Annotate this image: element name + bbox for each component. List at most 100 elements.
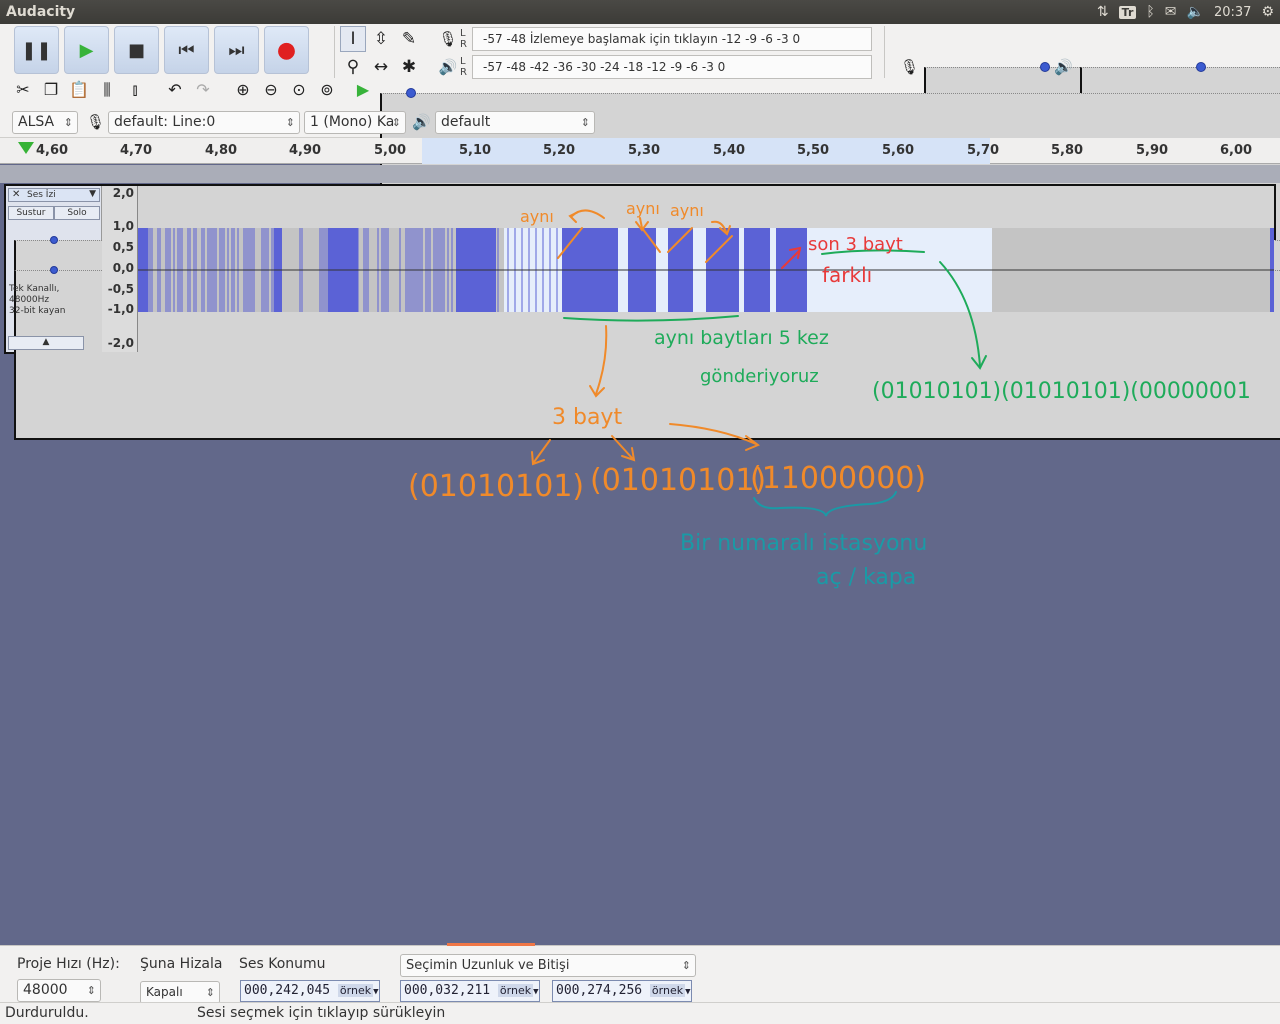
ruler-tick: 4,80 (205, 143, 238, 158)
track-format-line2: 32-bit kayan (9, 306, 66, 316)
audio-position-control[interactable]: 000,242,045 örnek ▼ (240, 980, 380, 1002)
zoom-tool-icon[interactable]: ⚲ (340, 54, 366, 80)
input-device-select[interactable]: default: Line:0 (108, 111, 300, 134)
microphone-icon[interactable]: 🎙 (436, 30, 460, 48)
undo-icon[interactable]: ↶ (162, 80, 188, 100)
chevron-down-icon[interactable]: ▼ (685, 987, 690, 997)
time-unit: örnek (337, 984, 374, 997)
copy-icon[interactable]: ❐ (38, 80, 64, 100)
ruler-tick: 5,40 (713, 143, 746, 158)
ruler-tick: 5,00 (374, 143, 407, 158)
selection-tool-icon[interactable]: I (340, 26, 366, 52)
amplitude-ruler: 2,0 1,0 0,5 0,0 -0,5 -1,0 -2,0 (102, 186, 138, 352)
play-head-icon[interactable] (18, 142, 34, 154)
toolbar-separator (884, 26, 885, 78)
amplitude-tick: -0,5 (107, 282, 134, 296)
selection-end-value: 000,274,256 (556, 983, 643, 998)
microphone-icon: 🎙 (86, 113, 106, 131)
network-icon[interactable]: ⇅ (1097, 4, 1109, 20)
track-name: Ses İzi (27, 190, 56, 200)
annotation-text: (01010101) (590, 463, 766, 498)
amplitude-tick: 0,0 (112, 261, 134, 275)
keyboard-layout-indicator[interactable]: Tr (1118, 5, 1137, 19)
toolbar-separator (334, 26, 335, 78)
timeline-ruler[interactable]: 4,60 4,70 4,80 4,90 5,00 5,10 5,20 5,30 … (0, 138, 1280, 164)
channels-select[interactable]: 1 (Mono) Ka (304, 111, 406, 134)
play-at-speed-icon[interactable]: ▶ (350, 80, 376, 100)
selection-end-control[interactable]: 000,274,256 örnek ▼ (552, 980, 692, 1002)
gain-slider[interactable] (14, 232, 1280, 410)
fit-selection-icon[interactable]: ⊙ (286, 80, 312, 100)
clock[interactable]: 20:37 (1214, 5, 1251, 20)
snap-to-label: Şuna Hizala (140, 956, 223, 972)
cut-icon[interactable]: ✂ (10, 80, 36, 100)
record-meter[interactable]: 🎙 LR -57 -48 İzlemeye başlamak için tıkl… (436, 26, 872, 52)
playback-meter-scale[interactable]: -57 -48 -42 -36 -30 -24 -18 -12 -9 -6 -3… (472, 55, 872, 79)
project-rate-select[interactable]: 48000 (17, 979, 101, 1002)
fit-project-icon[interactable]: ⊚ (314, 80, 340, 100)
timeshift-tool-icon[interactable]: ↔ (368, 54, 394, 80)
collapse-track-button[interactable]: ▲ (8, 336, 84, 350)
zoom-in-icon[interactable]: ⊕ (230, 80, 256, 100)
play-button[interactable]: ▶ (64, 26, 109, 74)
ruler-tick: 4,70 (120, 143, 153, 158)
edit-toolbar: ✂ ❐ 📋 ⫼ ⫾ ↶ ↷ ⊕ ⊖ ⊙ ⊚ ▶ (10, 80, 376, 100)
mute-button[interactable]: Sustur (8, 206, 54, 220)
redo-icon[interactable]: ↷ (190, 80, 216, 100)
bluetooth-icon[interactable]: ᛒ (1146, 4, 1154, 20)
gear-icon[interactable]: ⚙ (1261, 4, 1274, 20)
skip-to-end-button[interactable]: ⏭ (214, 26, 259, 74)
paste-icon[interactable]: 📋 (66, 80, 92, 100)
waveform[interactable] (138, 186, 1274, 352)
audio-host-select[interactable]: ALSA (12, 111, 78, 134)
output-volume-slider[interactable] (1080, 59, 1280, 237)
draw-tool-icon[interactable]: ✎ (396, 26, 422, 52)
zoom-out-icon[interactable]: ⊖ (258, 80, 284, 100)
audio-track[interactable]: ✕ Ses İzi ▼ Sustur Solo Tek Kanallı, 480… (4, 184, 1280, 440)
envelope-tool-icon[interactable]: ⇳ (368, 26, 394, 52)
record-meter-scale[interactable]: -57 -48 İzlemeye başlamak için tıklayın … (472, 27, 872, 51)
play-speed-slider[interactable] (380, 85, 1280, 263)
window-title: Audacity (6, 4, 76, 20)
status-hint: Sesi seçmek için tıklayıp sürükleyin (197, 1005, 446, 1021)
ruler-tick: 6,00 (1220, 143, 1253, 158)
amplitude-tick: 0,5 (112, 240, 134, 254)
input-volume-slider[interactable] (924, 59, 1280, 237)
selection-length-value: 000,032,211 (404, 983, 491, 998)
skip-to-start-button[interactable]: ⏮ (164, 26, 209, 74)
chevron-down-icon[interactable]: ▼ (533, 987, 538, 997)
silence-icon[interactable]: ⫾ (122, 80, 148, 100)
chevron-down-icon[interactable]: ▼ (373, 987, 378, 997)
device-toolbar: ALSA 🎙 default: Line:0 1 (Mono) Ka 🔊 def… (0, 108, 1280, 136)
chevron-down-icon[interactable]: ▼ (89, 189, 96, 199)
pause-button[interactable]: ❚❚ (14, 26, 59, 74)
pan-slider[interactable] (14, 262, 1280, 440)
audio-position-value: 000,242,045 (244, 983, 331, 998)
annotation-text: (01010101) (408, 469, 584, 504)
multi-tool-icon[interactable]: ✱ (396, 54, 422, 80)
time-unit: örnek (649, 984, 686, 997)
stop-button[interactable]: ■ (114, 26, 159, 74)
trim-icon[interactable]: ⫼ (94, 80, 120, 100)
solo-button[interactable]: Solo (54, 206, 100, 220)
ruler-tick: 4,90 (289, 143, 322, 158)
speaker-icon[interactable]: 🔊 (436, 58, 460, 76)
volume-icon[interactable]: 🔈 (1187, 4, 1204, 20)
snap-to-select[interactable]: Kapalı (140, 981, 220, 1004)
playback-meter[interactable]: 🔊 LR -57 -48 -42 -36 -30 -24 -18 -12 -9 … (436, 54, 872, 80)
amplitude-tick: 1,0 (112, 219, 134, 233)
selection-length-control[interactable]: 000,032,211 örnek ▼ (400, 980, 540, 1002)
track-name-menu[interactable]: ✕ Ses İzi ▼ (8, 188, 100, 202)
record-button[interactable]: ● (264, 26, 309, 74)
close-icon[interactable]: ✕ (12, 189, 20, 200)
selection-mode-select[interactable]: Seçimin Uzunluk ve Bitişi (400, 954, 696, 977)
top-panel: Audacity ⇅ Tr ᛒ ✉ 🔈 20:37 ⚙ (0, 0, 1280, 24)
time-unit: örnek (497, 984, 534, 997)
status-state: Durduruldu. (5, 1005, 89, 1021)
speaker-icon: 🔊 (412, 113, 431, 131)
mail-icon[interactable]: ✉ (1165, 4, 1177, 20)
amplitude-tick: -1,0 (107, 302, 134, 316)
output-device-select[interactable]: default (435, 111, 595, 134)
system-tray: ⇅ Tr ᛒ ✉ 🔈 20:37 ⚙ (1097, 2, 1274, 22)
toolbar-area: ❚❚ ▶ ■ ⏮ ⏭ ● I ⇳ ✎ ⚲ ↔ ✱ 🎙 LR -57 -48 İz… (0, 24, 1280, 263)
